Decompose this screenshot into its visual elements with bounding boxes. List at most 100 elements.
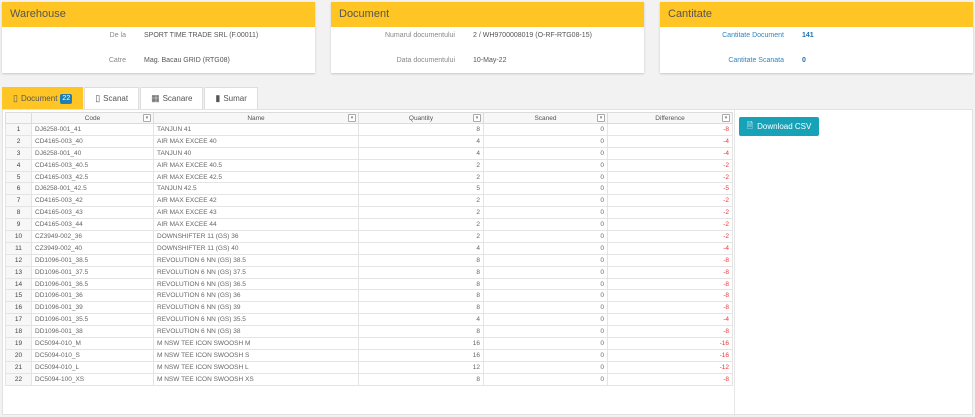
table-row[interactable]: 9 CD4165-003_44 AIR MAX EXCEE 44 2 0 -2: [5, 218, 733, 232]
panel-divider: [734, 110, 735, 416]
table-row[interactable]: 20 DC5094-010_S M NSW TEE ICON SWOOSH S 16 0…: [5, 348, 733, 362]
cell-scaned: 0: [483, 265, 608, 279]
cell-name: AIR MAX EXCEE 42.5: [153, 170, 359, 184]
tab-scanare[interactable]: ▦ Scanare: [140, 87, 204, 109]
column-header-name[interactable]: Name ▾: [153, 112, 359, 124]
download-csv-button[interactable]: 🗎 Download CSV: [739, 117, 819, 136]
row-number: 10: [5, 230, 32, 243]
file-icon: 🗎: [746, 120, 754, 130]
cell-code: DJ6258-001_40: [31, 146, 154, 160]
cell-code: DD1096-001_36.5: [31, 277, 154, 291]
column-header-code[interactable]: Code ▾: [31, 112, 154, 124]
filter-icon[interactable]: ▾: [597, 114, 605, 122]
cell-scaned: 0: [483, 170, 608, 184]
tab-scanare-label: Scanare: [162, 93, 193, 103]
row-number: 6: [5, 182, 32, 196]
column-header-difference-label: Difference: [655, 114, 685, 122]
table-row[interactable]: 16 DD1096-001_39 REVOLUTION 6 NN (GS) 39 8 0…: [5, 301, 733, 315]
cell-difference: -2: [607, 194, 733, 208]
table-row[interactable]: 4 CD4165-003_40.5 AIR MAX EXCEE 40.5 2 0 -2: [5, 158, 733, 172]
table-row[interactable]: 19 DC5094-010_M M NSW TEE ICON SWOOSH M 16 0…: [5, 337, 733, 350]
table-row[interactable]: 3 DJ6258-001_40 TANJUN 40 4 0 -4: [5, 146, 733, 160]
table-row[interactable]: 2 CD4165-003_40 AIR MAX EXCEE 40 4 0 -4: [5, 134, 733, 148]
table-row[interactable]: 17 DD1096-001_35.5 REVOLUTION 6 NN (GS) 35…: [5, 313, 733, 327]
column-header-difference[interactable]: Difference ▾: [607, 112, 733, 124]
cell-difference: -4: [607, 313, 733, 327]
cell-code: DD1096-001_39: [31, 301, 154, 315]
cell-difference: -2: [607, 230, 733, 243]
cell-difference: -8: [607, 123, 733, 136]
cell-name: AIR MAX EXCEE 44: [153, 218, 359, 232]
row-number-header: [5, 112, 32, 124]
cell-name: AIR MAX EXCEE 43: [153, 206, 359, 220]
table-row[interactable]: 21 DC5094-010_L M NSW TEE ICON SWOOSH L 12 0…: [5, 360, 733, 374]
table-row[interactable]: 1 DJ6258-001_41 TANJUN 41 8 0 -8: [5, 123, 733, 136]
quantity-card-title: Cantitate: [660, 2, 973, 27]
cell-quantity: 8: [358, 325, 484, 339]
from-label: De la: [109, 32, 126, 39]
filter-icon[interactable]: ▾: [348, 114, 356, 122]
cell-scaned: 0: [483, 325, 608, 339]
cell-quantity: 8: [358, 253, 484, 267]
table-row[interactable]: 10 CZ3949-002_36 DOWNSHIFTER 11 (GS) 36 2 0-…: [5, 230, 733, 243]
cell-difference: -16: [607, 337, 733, 350]
table-row[interactable]: 7 CD4165-003_42 AIR MAX EXCEE 42 2 0 -2: [5, 194, 733, 208]
table-row[interactable]: 11 CZ3949-002_40 DOWNSHIFTER 11 (GS) 40 4 0-…: [5, 241, 733, 255]
cell-code: DC5094-010_S: [31, 348, 154, 362]
column-header-scaned[interactable]: Scaned ▾: [483, 112, 608, 124]
tab-sumar[interactable]: ▮ Sumar: [204, 87, 258, 109]
cell-scaned: 0: [483, 146, 608, 160]
cell-code: CD4165-003_42: [31, 194, 154, 208]
cell-difference: -5: [607, 182, 733, 196]
cell-difference: -4: [607, 241, 733, 255]
row-number: 18: [5, 325, 32, 339]
cell-scaned: 0: [483, 360, 608, 374]
barcode-scan-icon: ▦: [151, 93, 160, 103]
cell-quantity: 2: [358, 218, 484, 232]
cell-quantity: 8: [358, 289, 484, 303]
cell-code: CZ3949-002_40: [31, 241, 154, 255]
column-header-quantity[interactable]: Quantity ▾: [358, 112, 484, 124]
table-row[interactable]: 15 DD1096-001_36 REVOLUTION 6 NN (GS) 36 8 0…: [5, 289, 733, 303]
bookmark-icon: ▯: [13, 93, 18, 103]
row-number: 19: [5, 337, 32, 350]
row-number: 5: [5, 170, 32, 184]
document-quantity-label: Cantitate Document: [722, 32, 784, 39]
table-body: 1 DJ6258-001_41 TANJUN 41 8 0 -8 2 CD4165-003_4…: [5, 123, 733, 386]
row-number: 11: [5, 241, 32, 255]
cell-quantity: 4: [358, 241, 484, 255]
cell-difference: -2: [607, 218, 733, 232]
cell-name: REVOLUTION 6 NN (GS) 36.5: [153, 277, 359, 291]
cell-name: M NSW TEE ICON SWOOSH XS: [153, 372, 359, 386]
cell-difference: -4: [607, 146, 733, 160]
document-number-label: Numarul documentului: [384, 32, 455, 39]
cell-difference: -16: [607, 348, 733, 362]
cell-difference: -2: [607, 158, 733, 172]
document-panel: Code ▾ Name ▾ Quantity ▾ Scaned ▾ Difference…: [2, 109, 973, 416]
cell-name: REVOLUTION 6 NN (GS) 38.5: [153, 253, 359, 267]
table-row[interactable]: 12 DD1096-001_38.5 REVOLUTION 6 NN (GS) 38…: [5, 253, 733, 267]
table-row[interactable]: 18 DD1096-001_38 REVOLUTION 6 NN (GS) 38 8 0…: [5, 325, 733, 339]
table-row[interactable]: 14 DD1096-001_36.5 REVOLUTION 6 NN (GS) 36…: [5, 277, 733, 291]
tab-scanat[interactable]: ▯ Scanat: [84, 87, 140, 109]
table-row[interactable]: 6 DJ6258-001_42.5 TANJUN 42.5 5 0 -5: [5, 182, 733, 196]
table-row[interactable]: 22 DC5094-100_XS M NSW TEE ICON SWOOSH XS 8…: [5, 372, 733, 386]
document-date-value: 10-May-22: [473, 57, 507, 64]
document-date-label: Data documentului: [396, 57, 455, 64]
warehouse-card: Warehouse De la SPORT TIME TRADE SRL (F.…: [2, 2, 315, 73]
filter-icon[interactable]: ▾: [722, 114, 730, 122]
table-row[interactable]: 13 DD1096-001_37.5 REVOLUTION 6 NN (GS) 37…: [5, 265, 733, 279]
cell-code: CD4165-003_43: [31, 206, 154, 220]
filter-icon[interactable]: ▾: [473, 114, 481, 122]
download-csv-label: Download CSV: [757, 122, 812, 131]
cell-name: REVOLUTION 6 NN (GS) 35.5: [153, 313, 359, 327]
row-number: 2: [5, 134, 32, 148]
filter-icon[interactable]: ▾: [143, 114, 151, 122]
row-number: 7: [5, 194, 32, 208]
table-row[interactable]: 8 CD4165-003_43 AIR MAX EXCEE 43 2 0 -2: [5, 206, 733, 220]
row-number: 17: [5, 313, 32, 327]
column-header-name-label: Name: [247, 114, 265, 122]
table-row[interactable]: 5 CD4165-003_42.5 AIR MAX EXCEE 42.5 2 0 -2: [5, 170, 733, 184]
cell-quantity: 16: [358, 337, 484, 350]
tab-document[interactable]: ▯ Document 22: [2, 87, 84, 109]
